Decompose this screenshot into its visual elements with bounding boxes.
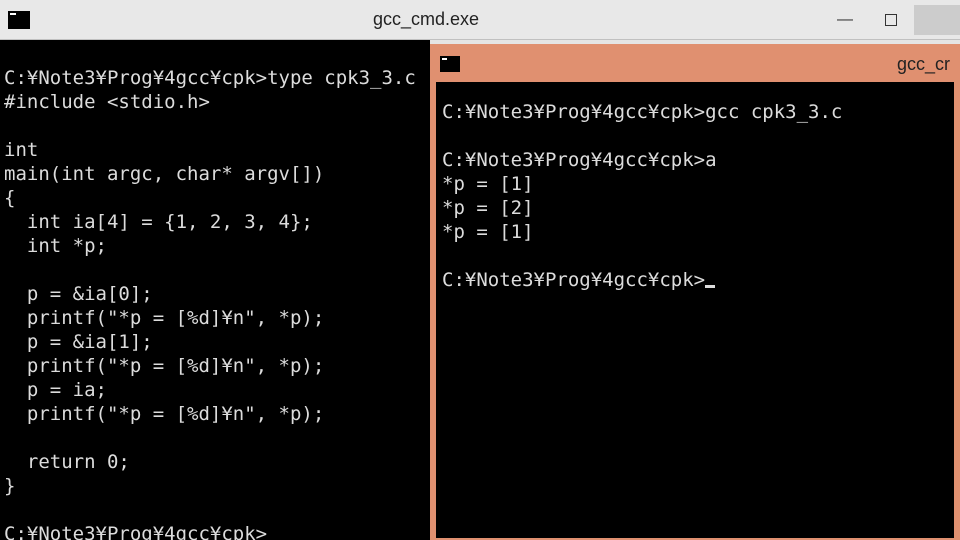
window1-title: gcc_cmd.exe <box>30 9 822 30</box>
console-right[interactable]: C:¥Note3¥Prog¥4gcc¥cpk>gcc cpk3_3.c C:¥N… <box>436 82 954 538</box>
line: int ia[4] = {1, 2, 3, 4}; <box>4 211 313 233</box>
minimize-button[interactable]: — <box>822 5 868 35</box>
console-left[interactable]: C:¥Note3¥Prog¥4gcc¥cpk>type cpk3_3.c #in… <box>0 40 430 540</box>
system-menu-icon[interactable] <box>440 56 460 72</box>
line: int <box>4 139 38 161</box>
line: C:¥Note3¥Prog¥4gcc¥cpk> <box>442 269 705 291</box>
close-button[interactable] <box>914 5 960 35</box>
line: C:¥Note3¥Prog¥4gcc¥cpk>type cpk3_3.c <box>4 67 416 89</box>
window2-title: gcc_cr <box>897 54 950 75</box>
line: printf("*p = [%d]¥n", *p); <box>4 403 324 425</box>
line: } <box>4 475 15 497</box>
line: *p = [1] <box>442 173 534 195</box>
line: p = ia; <box>4 379 107 401</box>
line: *p = [2] <box>442 197 534 219</box>
line: printf("*p = [%d]¥n", *p); <box>4 307 324 329</box>
maximize-button[interactable] <box>868 5 914 35</box>
line: #include <stdio.h> <box>4 91 210 113</box>
line: printf("*p = [%d]¥n", *p); <box>4 355 324 377</box>
line: C:¥Note3¥Prog¥4gcc¥cpk> <box>4 523 267 540</box>
line: main(int argc, char* argv[]) <box>4 163 324 185</box>
cursor-icon <box>705 285 715 288</box>
line: C:¥Note3¥Prog¥4gcc¥cpk>a <box>442 149 717 171</box>
line: int *p; <box>4 235 107 257</box>
line: p = &ia[1]; <box>4 331 153 353</box>
line: C:¥Note3¥Prog¥4gcc¥cpk>gcc cpk3_3.c <box>442 101 842 123</box>
system-menu-icon[interactable] <box>8 11 30 29</box>
window-buttons: — <box>822 5 960 35</box>
line: return 0; <box>4 451 130 473</box>
line: p = &ia[0]; <box>4 283 153 305</box>
line: { <box>4 187 15 209</box>
line: *p = [1] <box>442 221 534 243</box>
window2: gcc_cr C:¥Note3¥Prog¥4gcc¥cpk>gcc cpk3_3… <box>430 44 960 540</box>
window1-titlebar[interactable]: gcc_cmd.exe — <box>0 0 960 40</box>
window2-titlebar[interactable]: gcc_cr <box>432 46 958 82</box>
